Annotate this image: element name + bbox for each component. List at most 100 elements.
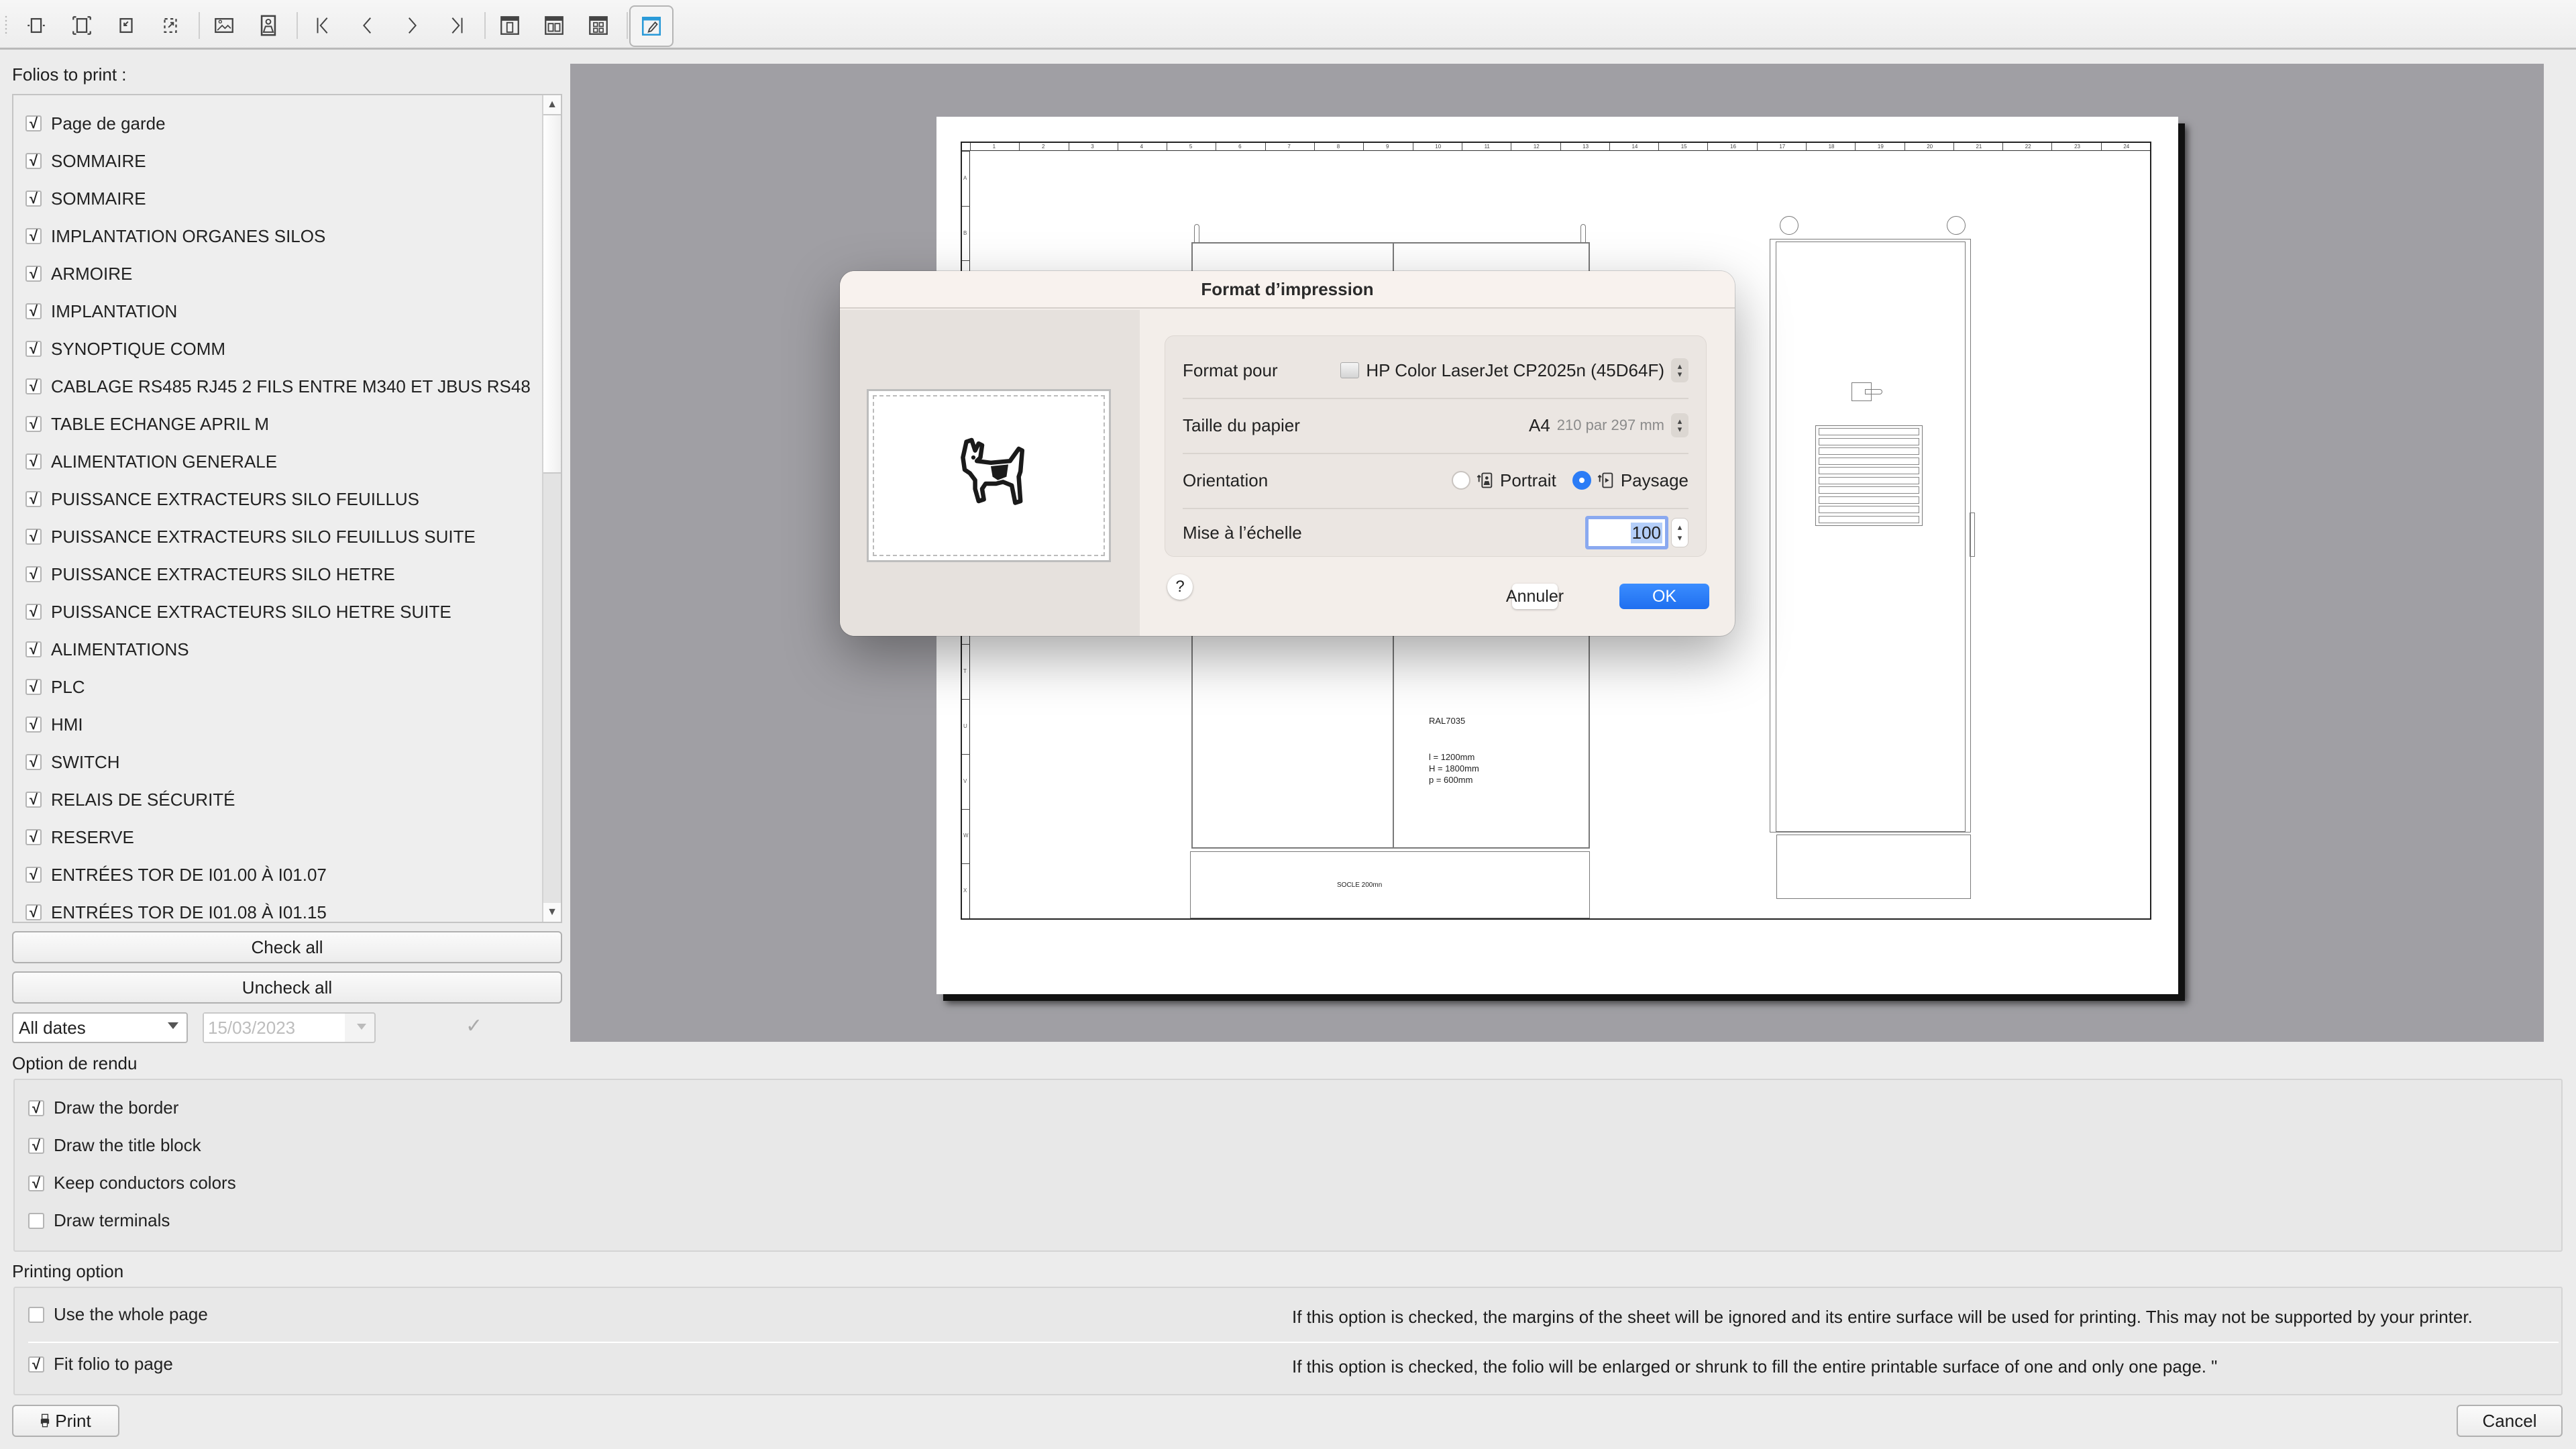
scroll-down-arrow-icon[interactable]: ▼ <box>543 903 561 922</box>
cancel-button[interactable]: Cancel <box>2457 1405 2563 1437</box>
folio-list-item[interactable]: √ HMI <box>25 711 83 738</box>
folio-list-item[interactable]: √ TABLE ECHANGE APRIL M <box>25 411 269 437</box>
folio-checkbox[interactable]: √ <box>25 754 42 770</box>
folio-checkbox[interactable]: √ <box>25 191 42 207</box>
folio-list-item[interactable]: √ ALIMENTATION GENERALE <box>25 448 277 475</box>
folio-list[interactable]: √ Page de garde √ SOMMAIRE √ SOMMAIRE √ IMPLANT… <box>12 94 562 923</box>
folio-checkbox[interactable]: √ <box>25 566 42 582</box>
folio-checkbox[interactable]: √ <box>25 867 42 883</box>
landscape-button[interactable] <box>208 9 240 42</box>
folio-list-item[interactable]: √ PUISSANCE EXTRACTEURS SILO HETRE SUITE <box>25 598 451 625</box>
zoom-in-button[interactable] <box>110 9 142 42</box>
page-setup-button[interactable] <box>629 5 674 47</box>
folio-checkbox[interactable]: √ <box>25 604 42 620</box>
folio-checkbox[interactable]: √ <box>25 716 42 733</box>
all-pages-view-button[interactable] <box>582 9 614 42</box>
folio-list-item[interactable]: √ Page de garde <box>25 110 166 137</box>
folio-list-item[interactable]: √ ARMOIRE <box>25 260 132 287</box>
folio-checkbox[interactable]: √ <box>25 378 42 394</box>
folio-checkbox[interactable]: √ <box>25 453 42 470</box>
folio-list-item[interactable]: √ PUISSANCE EXTRACTEURS SILO FEUILLUS SUI… <box>25 523 476 550</box>
use-whole-page-checkbox[interactable] <box>28 1306 44 1323</box>
folio-list-item[interactable]: √ RELAIS DE SÉCURITÉ <box>25 786 235 813</box>
fit-folio-option[interactable]: √ Fit folio to page <box>28 1354 173 1375</box>
uncheck-all-button[interactable]: Uncheck all <box>12 971 562 1004</box>
vent-slat <box>1819 515 1919 523</box>
render-option-checkbox[interactable] <box>28 1212 44 1229</box>
check-all-button[interactable]: Check all <box>12 931 562 963</box>
folio-list-item[interactable]: √ ENTRÉES TOR DE I01.00 À I01.07 <box>25 861 327 888</box>
landscape-radio[interactable] <box>1572 471 1591 490</box>
folio-checkbox[interactable]: √ <box>25 341 42 357</box>
folio-checkbox[interactable]: √ <box>25 416 42 432</box>
folio-checkbox[interactable]: √ <box>25 641 42 657</box>
landscape-label[interactable]: Paysage <box>1621 470 1688 491</box>
apply-date-check-icon[interactable]: ✓ <box>466 1014 482 1038</box>
printer-select[interactable]: HP Color LaserJet CP2025n (45D64F) ▴ ▾ <box>1340 358 1688 382</box>
fit-width-button[interactable] <box>20 9 52 42</box>
next-page-button[interactable] <box>396 9 428 42</box>
folio-list-item[interactable]: √ CABLAGE RS485 RJ45 2 FILS ENTRE M340 ET… <box>25 373 531 400</box>
folio-checkbox[interactable]: √ <box>25 228 42 244</box>
date-field[interactable]: 15/03/2023 <box>203 1012 376 1043</box>
last-page-button[interactable] <box>440 9 472 42</box>
scroll-up-arrow-icon[interactable]: ▲ <box>543 95 561 114</box>
portrait-button[interactable] <box>252 9 284 42</box>
scrollbar-thumb[interactable] <box>543 114 561 474</box>
render-option[interactable]: √ Draw the border <box>28 1097 178 1118</box>
previous-page-button[interactable] <box>352 9 384 42</box>
fit-page-button[interactable] <box>66 9 98 42</box>
folio-list-item[interactable]: √ IMPLANTATION ORGANES SILOS <box>25 223 325 250</box>
date-filter-select[interactable]: All dates <box>12 1012 188 1043</box>
folio-list-item[interactable]: √ IMPLANTATION <box>25 298 177 325</box>
folio-checkbox[interactable]: √ <box>25 904 42 920</box>
column-tick <box>1658 143 1660 151</box>
use-whole-page-option[interactable]: Use the whole page <box>28 1304 208 1325</box>
toolbar-grip[interactable] <box>4 15 8 36</box>
help-button[interactable]: ? <box>1167 574 1193 600</box>
folio-checkbox[interactable]: √ <box>25 792 42 808</box>
folio-list-item[interactable]: √ SYNOPTIQUE COMM <box>25 335 225 362</box>
folio-list-item[interactable]: √ RESERVE <box>25 824 134 851</box>
folio-checkbox[interactable]: √ <box>25 115 42 131</box>
portrait-radio[interactable] <box>1452 471 1470 490</box>
render-option-checkbox[interactable]: √ <box>28 1099 44 1116</box>
facing-pages-view-button[interactable] <box>538 9 570 42</box>
dialog-ok-button[interactable]: OK <box>1619 584 1709 609</box>
single-page-view-button[interactable] <box>494 9 526 42</box>
scale-input[interactable]: 100 <box>1585 516 1668 549</box>
folio-checkbox[interactable]: √ <box>25 679 42 695</box>
folio-list-item[interactable]: √ PUISSANCE EXTRACTEURS SILO FEUILLUS <box>25 486 419 513</box>
fit-folio-checkbox[interactable]: √ <box>28 1356 44 1373</box>
folio-list-item[interactable]: √ SOMMAIRE <box>25 148 146 174</box>
render-option[interactable]: Draw terminals <box>28 1210 170 1231</box>
dialog-cancel-button[interactable]: Annuler <box>1506 584 1564 609</box>
folio-list-item[interactable]: √ ALIMENTATIONS <box>25 636 189 663</box>
print-button[interactable]: Print <box>12 1405 119 1437</box>
toolbar-separator <box>297 12 298 39</box>
render-option-checkbox[interactable]: √ <box>28 1175 44 1191</box>
folio-checkbox[interactable]: √ <box>25 266 42 282</box>
folio-list-item[interactable]: √ PUISSANCE EXTRACTEURS SILO HETRE <box>25 561 395 588</box>
folio-list-scrollbar[interactable]: ▲ ▼ <box>542 95 561 922</box>
folio-checkbox[interactable]: √ <box>25 303 42 319</box>
folio-list-item[interactable]: √ SWITCH <box>25 749 120 775</box>
folio-list-item[interactable]: √ SOMMAIRE <box>25 185 146 212</box>
folio-list-item[interactable]: √ ENTRÉES TOR DE I01.08 À I01.15 <box>25 899 327 922</box>
date-dropdown-caret-icon[interactable] <box>357 1024 366 1030</box>
render-option-checkbox[interactable]: √ <box>28 1137 44 1154</box>
paper-size-select[interactable]: A4 210 par 297 mm ▴ ▾ <box>1529 413 1688 437</box>
folio-checkbox[interactable]: √ <box>25 153 42 169</box>
folio-list-item[interactable]: √ PLC <box>25 674 85 700</box>
folio-checkbox[interactable]: √ <box>25 529 42 545</box>
render-option[interactable]: √ Draw the title block <box>28 1135 201 1156</box>
column-tick <box>1019 143 1020 151</box>
first-page-button[interactable] <box>307 9 339 42</box>
zoom-out-button[interactable] <box>154 9 186 42</box>
row-label: B <box>963 229 967 236</box>
folio-checkbox[interactable]: √ <box>25 491 42 507</box>
render-option[interactable]: √ Keep conductors colors <box>28 1173 236 1193</box>
portrait-label[interactable]: Portrait <box>1500 470 1556 491</box>
scale-stepper[interactable]: ▴ ▾ <box>1671 518 1688 547</box>
folio-checkbox[interactable]: √ <box>25 829 42 845</box>
